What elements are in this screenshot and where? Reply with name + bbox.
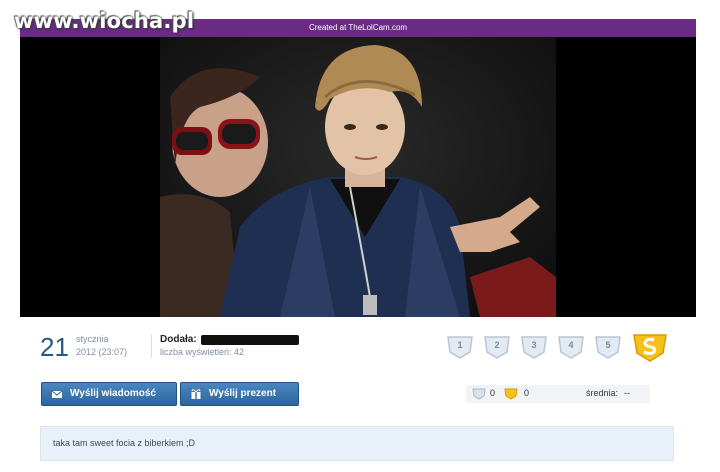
send-message-button[interactable]: Wyślij wiadomość <box>41 382 177 406</box>
rate-3-label: 3 <box>531 340 537 350</box>
votes-count: 0 <box>490 388 496 398</box>
site-watermark: www.wiocha.pl <box>14 9 195 33</box>
super-badge-icon[interactable] <box>632 331 668 363</box>
added-by-label: Dodała: <box>160 334 197 345</box>
rate-2-label: 2 <box>494 340 500 350</box>
envelope-icon <box>51 390 63 398</box>
post-day: 21 <box>40 332 69 362</box>
super-votes-count: 0 <box>524 388 530 398</box>
average-label: średnia: <box>586 388 619 398</box>
rate-1-label: 1 <box>457 340 463 350</box>
rate-5-label: 5 <box>605 340 611 350</box>
rate-4-label: 4 <box>568 340 574 350</box>
rate-2-button[interactable]: 2 <box>483 334 511 360</box>
photo-frame: Created at TheLolCam.com <box>20 19 696 317</box>
post-year-time: 2012 (23:07) <box>76 347 128 357</box>
rate-1-button[interactable]: 1 <box>446 334 474 360</box>
rate-5-button[interactable]: 5 <box>594 334 622 360</box>
photo-description: taka tam sweet focia z biberkiem ;D <box>40 426 674 461</box>
average-value: -- <box>624 388 630 398</box>
post-month: stycznia <box>76 334 109 344</box>
send-gift-label: Wyślij prezent <box>209 388 277 399</box>
votes-icon <box>472 388 486 400</box>
photo-description-text: taka tam sweet focia z biberkiem ;D <box>53 438 196 448</box>
rate-3-button[interactable]: 3 <box>520 334 548 360</box>
rate-4-button[interactable]: 4 <box>557 334 585 360</box>
redacted-username <box>201 335 299 345</box>
views-label: liczba wyświetleń: <box>160 347 232 357</box>
rating-stats: 0 0 średnia: -- <box>466 385 650 403</box>
main-photo[interactable] <box>160 37 556 317</box>
views-count: 42 <box>234 347 245 357</box>
meta-divider <box>151 334 152 358</box>
send-gift-button[interactable]: Wyślij prezent <box>180 382 299 406</box>
send-message-label: Wyślij wiadomość <box>70 388 156 399</box>
gift-icon <box>191 389 201 399</box>
views-counter: liczba wyświetleń: 42 <box>160 347 244 357</box>
super-votes-icon <box>504 388 518 400</box>
